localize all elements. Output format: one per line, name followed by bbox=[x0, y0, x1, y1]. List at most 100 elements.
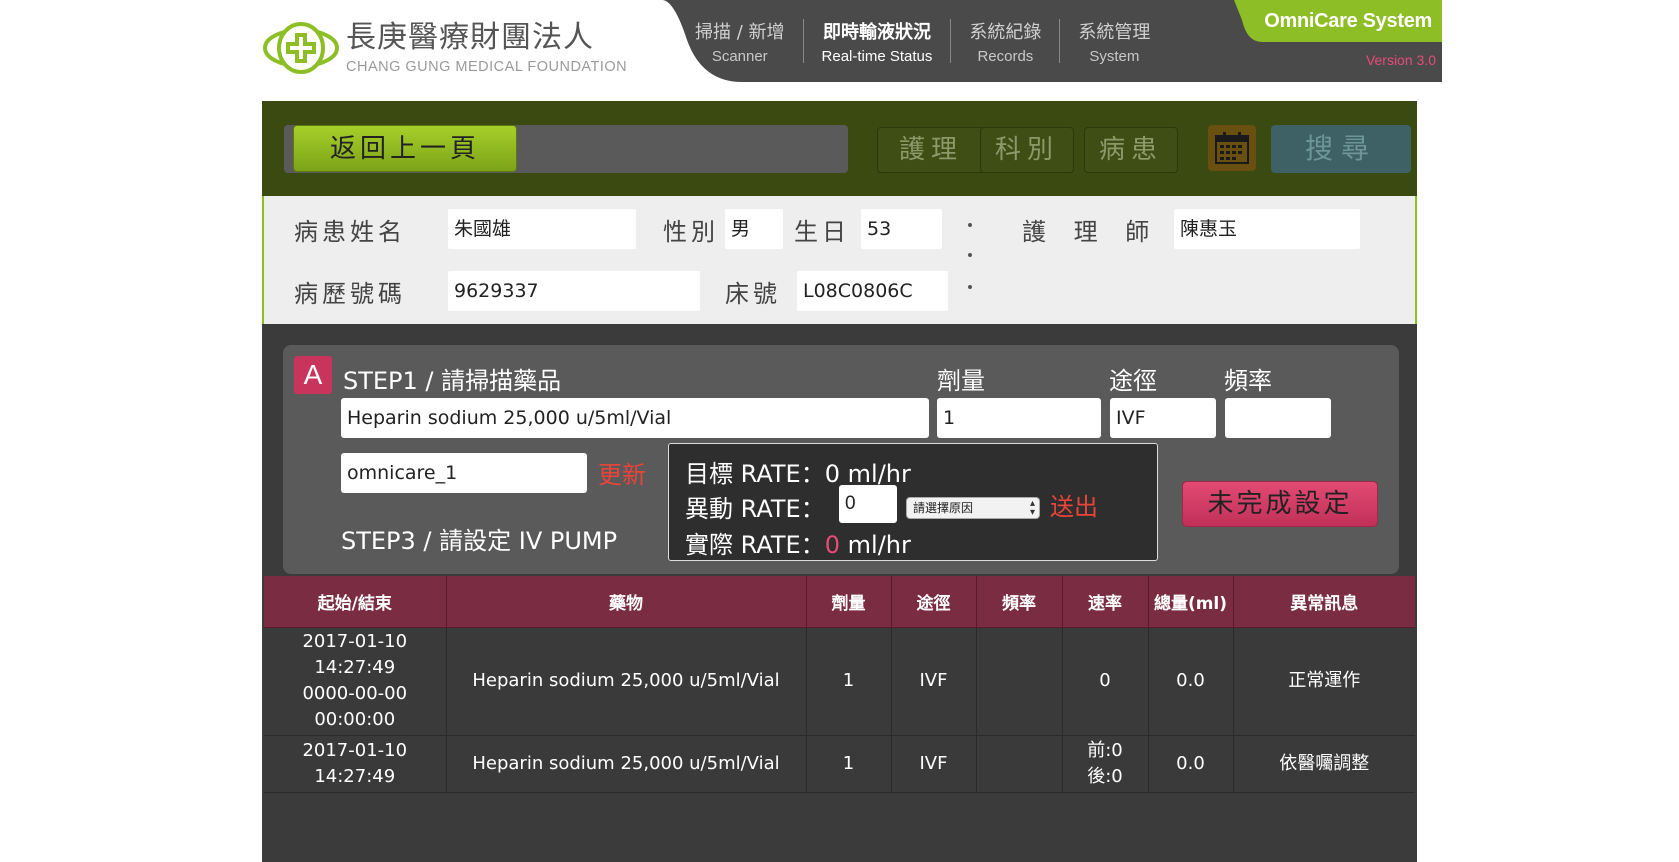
patient-name-field[interactable]: 朱國雄 bbox=[448, 209, 636, 249]
cell-total: 0.0 bbox=[1148, 627, 1234, 736]
nav-system-en: System bbox=[1089, 47, 1140, 65]
cell-time-line: 14:27:49 bbox=[314, 657, 396, 678]
change-rate-input[interactable]: 0 bbox=[839, 485, 897, 523]
table-header-row: 起始/結束 藥物 劑量 途徑 頻率 速率 總量(ml) 異常訊息 bbox=[264, 576, 1415, 628]
back-button[interactable]: 返回上一頁 bbox=[293, 125, 517, 172]
main-panel: 返回上一頁 護理 科別 病患 搜尋 病患姓名 朱國雄 性別 男 生日 53 護 … bbox=[262, 101, 1417, 862]
update-link[interactable]: 更新 bbox=[598, 455, 646, 490]
patient-name-label: 病患姓名 bbox=[294, 218, 406, 246]
cell-total: 0.0 bbox=[1148, 735, 1234, 793]
cell-drug: Heparin sodium 25,000 u/5ml/Vial bbox=[446, 627, 807, 736]
cell-route: IVF bbox=[891, 735, 977, 793]
col-header-drug[interactable]: 藥物 bbox=[446, 576, 807, 628]
dose-field[interactable]: 1 bbox=[937, 398, 1101, 438]
nav-system[interactable]: 系統管理 System bbox=[1060, 19, 1168, 65]
col-header-rate[interactable]: 速率 bbox=[1062, 576, 1149, 628]
step1-label: STEP1 / 請掃描藥品 bbox=[343, 367, 562, 395]
separator-dot bbox=[968, 223, 972, 227]
actual-rate-row: 實際 RATE：0 ml/hr bbox=[685, 525, 911, 560]
nav-records[interactable]: 系統紀錄 Records bbox=[951, 19, 1061, 65]
step3-label: STEP3 / 請設定 IV PUMP bbox=[341, 527, 618, 555]
cell-rate-line: 前:0 bbox=[1087, 739, 1123, 761]
header: 長庚醫療財團法人 CHANG GUNG MEDICAL FOUNDATION 掃… bbox=[262, 0, 1442, 82]
col-header-frequency[interactable]: 頻率 bbox=[976, 576, 1063, 628]
cell-time-line: 00:00:00 bbox=[314, 709, 396, 730]
step-panel: A STEP1 / 請掃描藥品 劑量 途徑 頻率 Heparin sodium … bbox=[283, 345, 1399, 574]
nursing-filter-button[interactable]: 護理 bbox=[877, 127, 985, 173]
frequency-field[interactable] bbox=[1225, 398, 1331, 438]
route-field[interactable]: IVF bbox=[1110, 398, 1216, 438]
search-button[interactable]: 搜尋 bbox=[1271, 125, 1411, 173]
cell-message: 依醫囑調整 bbox=[1233, 735, 1415, 793]
table-row[interactable]: 2017-01-10 14:27:49 0000-00-00 00:00:00 … bbox=[264, 627, 1415, 736]
change-rate-label: 異動 RATE： bbox=[685, 495, 825, 523]
col-header-total[interactable]: 總量(ml) bbox=[1148, 576, 1234, 628]
cell-frequency bbox=[976, 735, 1063, 793]
cell-time: 2017-01-10 14:27:49 bbox=[264, 735, 447, 793]
rate-box: 目標 RATE：0 ml/hr 異動 RATE： 0 請選擇原因 ▴ ▾ 送出 實… bbox=[668, 443, 1158, 561]
cell-rate-line: 0 bbox=[1099, 670, 1111, 691]
patient-filter-button[interactable]: 病患 bbox=[1084, 127, 1178, 173]
bed-no-label: 床號 bbox=[725, 280, 781, 308]
actual-rate-value: 0 bbox=[824, 531, 840, 559]
send-button[interactable]: 送出 bbox=[1050, 487, 1098, 522]
birthday-field[interactable]: 53 bbox=[861, 209, 942, 249]
cell-dose: 1 bbox=[806, 735, 892, 793]
dose-label: 劑量 bbox=[937, 367, 985, 395]
birthday-label: 生日 bbox=[794, 218, 850, 246]
route-label: 途徑 bbox=[1109, 367, 1157, 395]
cell-rate: 前:0 後:0 bbox=[1062, 735, 1149, 793]
nav-realtime-status[interactable]: 即時輸液狀況 Real-time Status bbox=[804, 19, 952, 65]
nav-scanner-en: Scanner bbox=[711, 47, 768, 65]
bed-no-field[interactable]: L08C0806C bbox=[797, 271, 948, 311]
actual-rate-label: 實際 RATE： bbox=[685, 531, 825, 559]
chart-no-field[interactable]: 9629337 bbox=[448, 271, 700, 311]
col-header-message[interactable]: 異常訊息 bbox=[1233, 576, 1415, 628]
gender-label: 性別 bbox=[663, 218, 719, 246]
cell-rate-line: 後:0 bbox=[1087, 765, 1123, 787]
pump-id-field[interactable]: omnicare_1 bbox=[341, 453, 587, 493]
cell-frequency bbox=[976, 627, 1063, 736]
select-arrows-icon: ▴ ▾ bbox=[1029, 498, 1035, 518]
nav-records-cn: 系統紀錄 bbox=[969, 21, 1042, 43]
chang-gung-logo-icon bbox=[263, 22, 339, 74]
table-row[interactable]: 2017-01-10 14:27:49 Heparin sodium 25,00… bbox=[264, 735, 1415, 793]
separator-dot bbox=[968, 285, 972, 289]
cell-time-line: 14:27:49 bbox=[314, 765, 396, 787]
nav-realtime-cn: 即時輸液狀況 bbox=[822, 21, 931, 43]
cell-time-line: 2017-01-10 bbox=[302, 739, 408, 761]
unfinished-setup-button[interactable]: 未完成設定 bbox=[1182, 481, 1378, 527]
actual-rate-unit: ml/hr bbox=[847, 531, 911, 559]
target-rate-row: 目標 RATE：0 ml/hr bbox=[685, 454, 911, 489]
calendar-button[interactable] bbox=[1208, 125, 1256, 171]
col-header-route[interactable]: 途徑 bbox=[891, 576, 977, 628]
toolbar: 返回上一頁 護理 科別 病患 搜尋 bbox=[262, 101, 1417, 196]
calendar-icon bbox=[1215, 132, 1249, 164]
nav-realtime-en: Real-time Status bbox=[821, 47, 933, 65]
cell-message: 正常運作 bbox=[1233, 627, 1415, 736]
cell-time-line: 2017-01-10 bbox=[302, 631, 408, 652]
page: 長庚醫療財團法人 CHANG GUNG MEDICAL FOUNDATION 掃… bbox=[0, 0, 1679, 862]
chart-no-label: 病歷號碼 bbox=[294, 280, 406, 308]
department-filter-button[interactable]: 科別 bbox=[980, 127, 1074, 173]
col-header-time[interactable]: 起始/結束 bbox=[264, 576, 447, 628]
logo[interactable]: 長庚醫療財團法人 CHANG GUNG MEDICAL FOUNDATION bbox=[262, 18, 627, 78]
nav-scanner-cn: 掃描 / 新增 bbox=[695, 21, 785, 43]
frequency-label: 頻率 bbox=[1224, 367, 1272, 395]
nurse-label: 護 理 師 bbox=[1022, 218, 1160, 246]
infusion-table: 起始/結束 藥物 劑量 途徑 頻率 速率 總量(ml) 異常訊息 2017-01… bbox=[264, 576, 1415, 793]
col-header-dose[interactable]: 劑量 bbox=[806, 576, 892, 628]
drug-field[interactable]: Heparin sodium 25,000 u/5ml/Vial bbox=[341, 398, 929, 438]
cell-time: 2017-01-10 14:27:49 0000-00-00 00:00:00 bbox=[264, 627, 447, 736]
step-badge: A bbox=[294, 356, 332, 394]
patient-info: 病患姓名 朱國雄 性別 男 生日 53 護 理 師 陳惠玉 病歷號碼 96293… bbox=[262, 196, 1417, 324]
reason-select[interactable]: 請選擇原因 ▴ ▾ bbox=[906, 497, 1040, 519]
cell-time-line: 0000-00-00 bbox=[302, 683, 408, 704]
nav-scanner[interactable]: 掃描 / 新增 Scanner bbox=[677, 19, 804, 65]
main-nav: 掃描 / 新增 Scanner 即時輸液狀況 Real-time Status … bbox=[677, 0, 1168, 82]
gender-field[interactable]: 男 bbox=[725, 209, 783, 249]
nurse-field[interactable]: 陳惠玉 bbox=[1174, 209, 1360, 249]
logo-english-name: CHANG GUNG MEDICAL FOUNDATION bbox=[346, 59, 628, 75]
target-rate-value: 0 bbox=[824, 460, 840, 488]
brand-name: OmniCare System bbox=[1264, 9, 1432, 32]
